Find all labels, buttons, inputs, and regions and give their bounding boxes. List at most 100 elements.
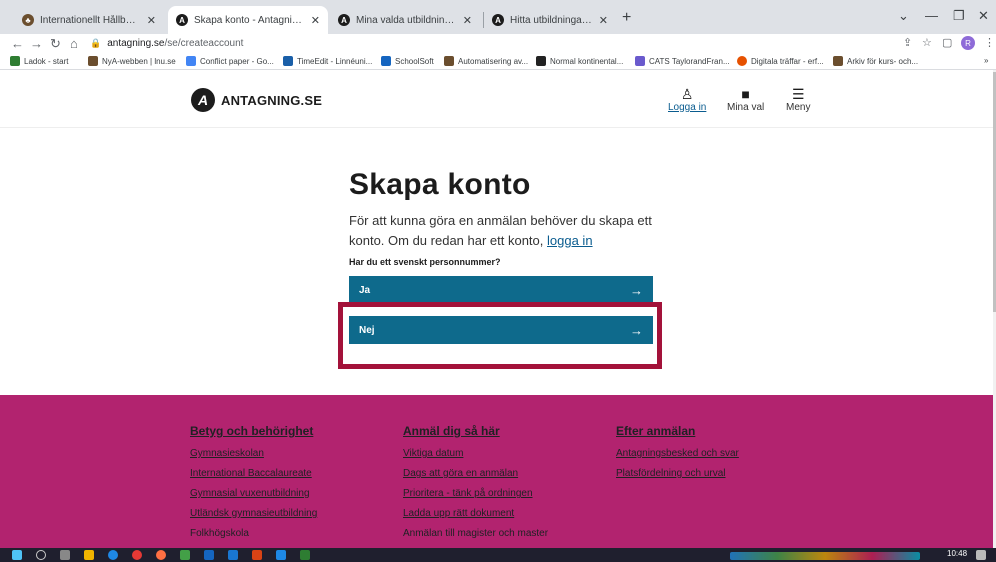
timeedit-icon [283,56,293,66]
login-button[interactable]: ♙ Logga in [668,86,706,113]
taskbar-clock[interactable]: 10:48 [947,549,967,558]
bookmark-label: SchoolSoft [395,56,434,66]
chevron-down-icon[interactable]: ⌄ [898,8,909,24]
footer-link[interactable]: Gymnasieskolan [190,448,317,459]
address-bar[interactable]: 🔒 antagning.se/se/createaccount [90,35,940,52]
edge-icon[interactable] [108,550,118,560]
footer-link[interactable]: Dags att göra en anmälan [403,468,548,479]
site-header [0,70,993,128]
hamburger-icon: ☰ [791,86,805,102]
word-icon[interactable] [228,550,238,560]
bookmark[interactable]: NyA-webben | lnu.se [88,56,176,66]
more-bookmarks-icon[interactable]: » [984,56,988,65]
side-panel-icon[interactable]: ▢ [942,36,952,49]
footer-link[interactable]: Gymnasial vuxenutbildning [190,488,317,499]
browser-tab[interactable]: ♣ Internationellt Hållbart familjeskog ✕ [14,6,164,34]
tree-icon [88,56,98,66]
my-choices-button[interactable]: ■ Mina val [727,86,764,113]
footer-link[interactable]: International Baccalaureate [190,468,317,479]
app-icon[interactable] [180,550,190,560]
site-logo[interactable]: A ANTAGNING.SE [191,88,322,112]
bookmark[interactable]: CATS TaylorandFran... [635,56,730,66]
lead-text: För att kunna göra en anmälan behöver du… [349,211,669,251]
lead-paragraph: För att kunna göra en anmälan behöver du… [349,213,652,248]
browser-tab-bar: ♣ Internationellt Hållbart familjeskog ✕… [0,0,996,34]
system-tray-icons[interactable] [730,552,920,560]
minimize-icon[interactable]: — [925,8,938,23]
bookmark[interactable]: Arkiv för kurs- och... [833,56,918,66]
bookmark[interactable]: Ladok - start [10,56,68,66]
close-icon[interactable]: ✕ [599,14,608,27]
menu-button[interactable]: ☰ Meny [786,86,810,113]
tab-title: Mina valda utbildningar - Antagning.se [356,14,457,26]
footer-heading[interactable]: Betyg och behörighet [190,424,317,438]
restore-icon[interactable]: ❐ [953,8,965,24]
close-icon[interactable]: ✕ [463,14,472,27]
windows-start-icon[interactable] [12,550,22,560]
bookmark[interactable]: SchoolSoft [381,56,434,66]
bookmark-label: Automatisering av... [458,56,529,66]
footer-heading[interactable]: Efter anmälan [616,424,739,438]
schoolsoft-icon [381,56,391,66]
close-icon[interactable]: ✕ [147,14,156,27]
tab-title: Internationellt Hållbart familjeskog [40,14,141,26]
star-icon[interactable]: ☆ [922,36,932,49]
footer-link[interactable]: Platsfördelning och urval [616,468,739,479]
close-icon[interactable]: ✕ [311,14,320,27]
bookmark[interactable]: Digitala träffar - erf... [737,56,824,66]
bookmarks-bar: Ladok - start NyA-webben | lnu.se Confli… [0,53,996,70]
forward-icon[interactable]: → [30,34,43,53]
tab-title: Hitta utbildningar på Antagning.se [510,14,593,26]
bookmark[interactable]: Conflict paper - Go... [186,56,274,66]
browser-tab-active[interactable]: A Skapa konto - Antagning.se ✕ [168,6,328,34]
personnummer-question: Har du ett svenskt personnummer? [349,257,501,267]
yes-label: Ja [359,284,371,296]
no-button[interactable]: Nej → [349,316,653,344]
more-options-icon[interactable]: ⋮ [984,36,995,49]
profile-avatar[interactable]: R [961,36,975,50]
my-choices-label: Mina val [727,102,765,113]
briefcase-icon: ■ [741,86,750,102]
footer-link[interactable]: Anmälan till magister och master [403,528,548,539]
browser-tab[interactable]: A Mina valda utbildningar - Antagning.se… [330,6,480,34]
search-icon[interactable] [36,550,46,560]
login-link[interactable]: logga in [547,233,593,248]
powerpoint-icon[interactable] [252,550,262,560]
docs-icon [186,56,196,66]
home-icon[interactable]: ⌂ [70,34,78,53]
footer-heading[interactable]: Anmäl dig så här [403,424,548,438]
footer-link[interactable]: Ladda upp rätt dokument [403,508,548,519]
bookmark-label: CATS TaylorandFran... [649,56,730,66]
reload-icon[interactable]: ↻ [50,34,61,53]
footer-column: Anmäl dig så här Viktiga datum Dags att … [403,424,548,548]
browser-tab[interactable]: A Hitta utbildningar på Antagning.se ✕ [484,6,616,34]
footer-link[interactable]: Viktiga datum [403,448,548,459]
footer-link[interactable]: Utländsk gymnasieutbildning [190,508,317,519]
chrome-icon[interactable] [132,550,142,560]
url-host: antagning.se [107,38,165,49]
antagning-favicon-icon: A [338,14,350,26]
firefox-icon[interactable] [156,550,166,560]
bookmark[interactable]: Normal kontinental... [536,56,623,66]
no-label: Nej [359,324,375,336]
app-icon[interactable] [276,550,286,560]
outlook-icon[interactable] [204,550,214,560]
menu-label: Meny [786,102,811,113]
bookmark[interactable]: TimeEdit - Linnéuni... [283,56,372,66]
back-icon[interactable]: ← [11,34,24,53]
window-close-icon[interactable]: ✕ [978,8,989,24]
notifications-icon[interactable] [976,550,986,560]
bookmark-label: Normal kontinental... [550,56,624,66]
login-label: Logga in [668,102,707,113]
tree-icon [444,56,454,66]
excel-icon[interactable] [300,550,310,560]
footer-link[interactable]: Prioritera - tänk på ordningen [403,488,548,499]
footer-link[interactable]: Antagningsbesked och svar [616,448,739,459]
share-icon[interactable]: ⇪ [903,36,912,49]
yes-button[interactable]: Ja → [349,276,653,304]
footer-link[interactable]: Folkhögskola [190,528,317,539]
new-tab-icon[interactable]: + [622,9,631,27]
file-explorer-icon[interactable] [84,550,94,560]
task-view-icon[interactable] [60,550,70,560]
bookmark[interactable]: Automatisering av... [444,56,528,66]
